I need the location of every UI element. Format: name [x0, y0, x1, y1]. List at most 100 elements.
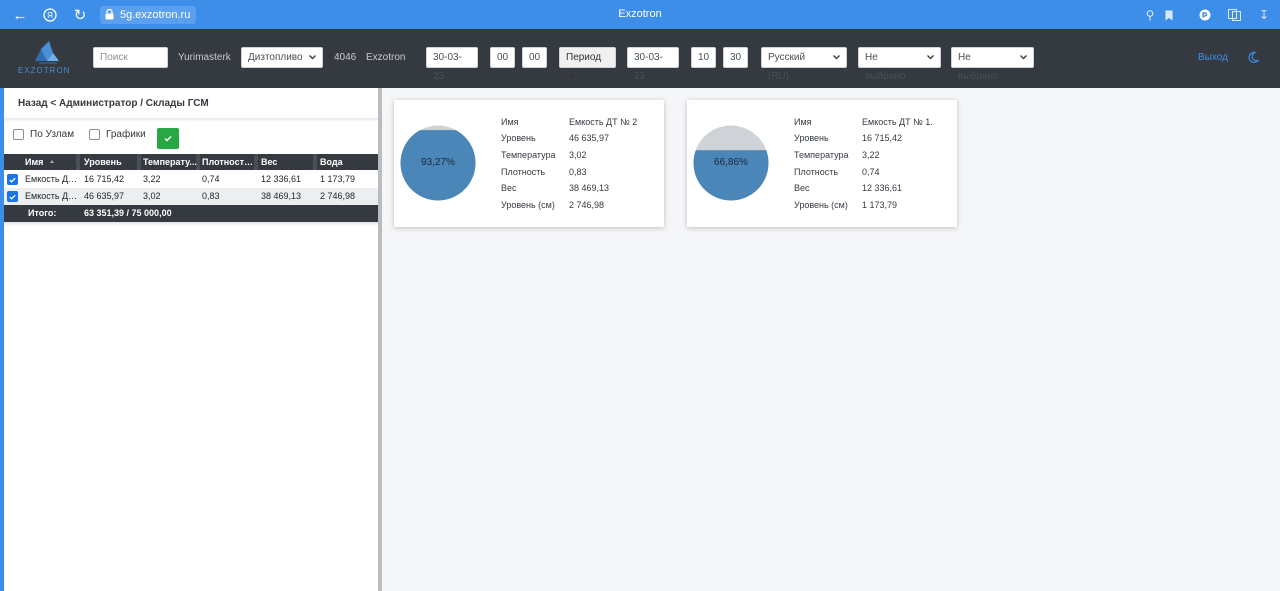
card-label-weight: Вес	[794, 183, 810, 193]
tank-card-1[interactable]: 93,27% Имя Емкость ДТ № 2 Уровень 46 635…	[394, 100, 664, 227]
column-header-temperature[interactable]: Температу...	[143, 154, 197, 170]
zoom-icon[interactable]: ⚲	[1141, 6, 1159, 24]
by-nodes-label: По Узлам	[30, 129, 75, 140]
date-from-input[interactable]: 30-03-23	[426, 47, 478, 82]
table-row[interactable]: Емкость ДТ... 46 635,97 3,02 0,83 38 469…	[4, 188, 378, 205]
exit-link[interactable]: Выход	[1198, 47, 1228, 68]
search-input[interactable]: Поиск	[93, 47, 168, 68]
column-divider	[137, 154, 141, 170]
date-to-input[interactable]: 30-03-23	[627, 47, 679, 82]
chevron-down-icon	[309, 55, 316, 60]
grid-bottom-shadow	[4, 222, 378, 226]
minute-to-input[interactable]: 30	[723, 47, 748, 68]
charts-checkbox[interactable]	[89, 129, 100, 140]
cell-name: Емкость ДТ...	[25, 174, 80, 184]
table-row[interactable]: Емкость ДТ... 16 715,42 3,22 0,74 12 336…	[4, 171, 378, 188]
tank-fill-percent: 66,86%	[714, 157, 748, 168]
filter-select-1[interactable]: Не выбрано	[858, 47, 941, 82]
column-header-water[interactable]: Вода	[320, 154, 370, 170]
company-name: Exzotron	[366, 52, 406, 63]
chevron-down-icon	[833, 55, 840, 60]
check-icon	[9, 177, 16, 183]
card-label-density: Плотность	[794, 167, 839, 177]
window-title: Exzotron	[618, 8, 662, 20]
card-value-level: 46 635,97	[569, 133, 610, 143]
language-value: Русский (RU)	[768, 52, 806, 82]
chevron-down-icon	[927, 55, 934, 60]
total-label: Итого:	[28, 208, 57, 218]
hour-from-input[interactable]: 00	[490, 47, 515, 68]
bookmark-icon[interactable]	[1160, 6, 1178, 24]
logo-text: EXZOTRON	[18, 66, 71, 75]
minute-from-input[interactable]: 00	[522, 47, 547, 68]
charts-label: Графики	[106, 129, 146, 140]
column-divider	[313, 154, 317, 170]
charts-toggle[interactable]: Графики	[89, 129, 146, 140]
by-nodes-checkbox[interactable]	[13, 129, 24, 140]
fuel-type-value: Дизтопливо	[248, 52, 303, 63]
tank-card-2[interactable]: 66,86% Имя Емкость ДТ № 1. Уровень 16 71…	[687, 100, 957, 227]
by-nodes-toggle[interactable]: По Узлам	[13, 129, 74, 140]
cell-density: 0,83	[202, 191, 220, 201]
card-label-temperature: Температура	[501, 150, 556, 160]
cell-temperature: 3,22	[143, 174, 161, 184]
card-label-level-cm: Уровень (см)	[794, 200, 848, 210]
column-header-level[interactable]: Уровень	[84, 154, 140, 170]
card-value-name: Емкость ДТ № 2	[569, 117, 638, 127]
hour-to-input[interactable]: 10	[691, 47, 716, 68]
row-checkbox[interactable]	[7, 174, 18, 185]
cell-weight: 12 336,61	[261, 174, 302, 184]
card-label-weight: Вес	[501, 183, 517, 193]
app-header: EXZOTRON Поиск Yurimasterk Дизтопливо 40…	[0, 29, 1280, 88]
cell-level: 46 635,97	[84, 191, 125, 201]
cell-water: 1 173,79	[320, 174, 356, 184]
cell-name: Емкость ДТ...	[25, 191, 80, 201]
fuel-type-select[interactable]: Дизтопливо	[241, 47, 323, 68]
column-header-density[interactable]: Плотность...	[202, 154, 256, 170]
column-header-weight[interactable]: Вес	[261, 154, 311, 170]
period-dropdown-button[interactable]: Период	[559, 47, 616, 78]
card-label-density: Плотность	[501, 167, 546, 177]
left-panel: Назад < Администратор / Склады ГСМ По Уз…	[4, 88, 378, 591]
card-label-level: Уровень	[794, 133, 829, 143]
row-checkbox[interactable]	[7, 191, 18, 202]
card-label-temperature: Температура	[794, 150, 849, 160]
filter-select-2[interactable]: Не выбрано	[951, 47, 1034, 82]
cell-level: 16 715,42	[84, 174, 125, 184]
card-label-level: Уровень	[501, 133, 536, 143]
card-value-temperature: 3,22	[862, 150, 880, 160]
caret-down-icon	[570, 74, 576, 78]
column-divider	[196, 154, 200, 170]
tank-fill-percent: 93,27%	[421, 157, 455, 168]
dark-mode-moon-icon[interactable]	[1247, 51, 1259, 63]
grid-header: Имя Уровень Температу... Плотность... Ве…	[4, 154, 378, 170]
card-value-name: Емкость ДТ № 1.	[862, 117, 933, 127]
card-label-name: Имя	[794, 117, 812, 127]
collections-icon[interactable]	[1225, 6, 1243, 24]
card-value-temperature: 3,02	[569, 150, 587, 160]
card-value-weight: 38 469,13	[569, 183, 610, 193]
download-icon[interactable]: ↧	[1255, 6, 1273, 24]
card-value-density: 0,83	[569, 167, 587, 177]
card-value-level-cm: 2 746,98	[569, 200, 605, 210]
breadcrumb-divider	[4, 118, 378, 122]
card-value-level: 16 715,42	[862, 133, 903, 143]
panel-splitter[interactable]	[378, 88, 382, 591]
total-value: 63 351,39 / 75 000,00	[84, 208, 172, 218]
extension-icon[interactable]	[1196, 6, 1214, 24]
column-divider	[254, 154, 258, 170]
card-label-name: Имя	[501, 117, 519, 127]
card-value-density: 0,74	[862, 167, 880, 177]
grid-footer: Итого: 63 351,39 / 75 000,00	[4, 205, 378, 222]
breadcrumb[interactable]: Назад < Администратор / Склады ГСМ	[18, 98, 209, 109]
apply-button[interactable]	[157, 128, 179, 149]
card-value-level-cm: 1 173,79	[862, 200, 898, 210]
column-divider	[76, 154, 80, 170]
cell-weight: 38 469,13	[261, 191, 302, 201]
check-icon	[164, 136, 172, 142]
cell-water: 2 746,98	[320, 191, 356, 201]
browser-toolbar: ← Я ↻ 5g.exzotron.ru Exzotron ⚲ ↧	[0, 0, 1280, 29]
language-select[interactable]: Русский (RU)	[761, 47, 847, 82]
filter-1-value: Не выбрано	[865, 52, 906, 82]
cell-density: 0,74	[202, 174, 220, 184]
